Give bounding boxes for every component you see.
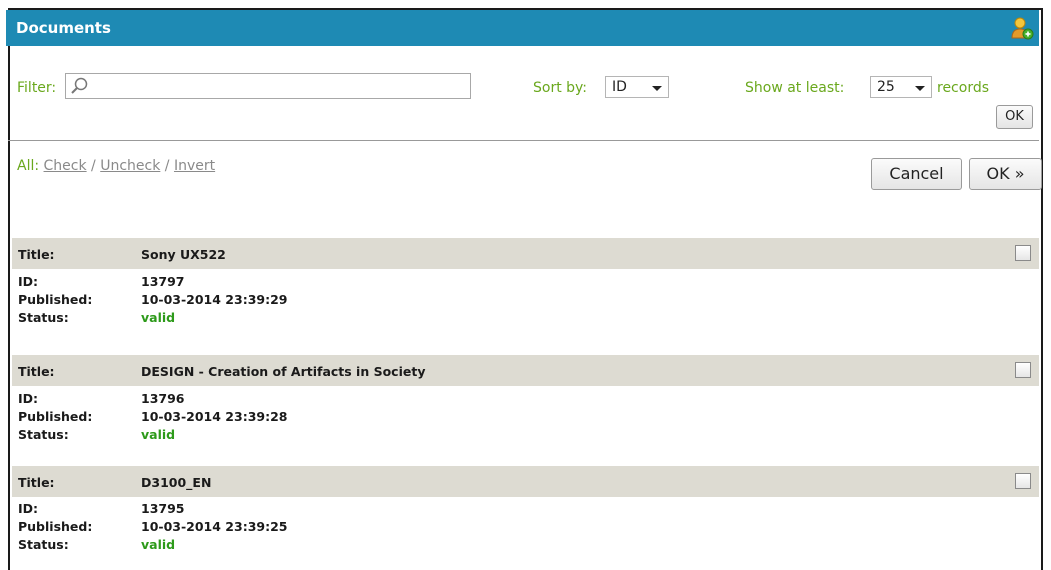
document-published: 10-03-2014 23:39:29 — [141, 292, 288, 307]
filter-field[interactable] — [65, 73, 471, 99]
document-status-row: Status: valid — [12, 425, 912, 443]
document-select-checkbox[interactable] — [1015, 473, 1031, 489]
document-title: D3100_EN — [141, 475, 212, 490]
check-all-link[interactable]: Check — [44, 158, 87, 174]
document-published: 10-03-2014 23:39:28 — [141, 409, 288, 424]
panel-title: Documents — [16, 19, 111, 37]
id-field-label: ID: — [18, 501, 39, 516]
title-field-label: Title: — [18, 364, 55, 379]
document-published-row: Published: 10-03-2014 23:39:29 — [12, 290, 912, 308]
search-icon — [71, 77, 88, 94]
document-status: valid — [141, 537, 176, 552]
sort-select[interactable]: ID — [605, 76, 669, 98]
document-select-checkbox[interactable] — [1015, 245, 1031, 261]
all-label: All: — [17, 158, 40, 174]
sort-selected-value: ID — [612, 79, 627, 95]
document-select-checkbox[interactable] — [1015, 362, 1031, 378]
document-published: 10-03-2014 23:39:25 — [141, 519, 288, 534]
document-title-row: Title: Sony UX522 — [12, 238, 1039, 269]
document-status: valid — [141, 310, 176, 325]
separator: / — [160, 158, 174, 174]
invert-selection-link[interactable]: Invert — [174, 158, 215, 174]
published-field-label: Published: — [18, 409, 93, 424]
id-field-label: ID: — [18, 391, 39, 406]
ok-submit-button[interactable]: OK » — [969, 158, 1042, 190]
cancel-button[interactable]: Cancel — [871, 158, 962, 190]
title-field-label: Title: — [18, 247, 55, 262]
document-title: DESIGN - Creation of Artifacts in Societ… — [141, 364, 426, 379]
published-field-label: Published: — [18, 292, 93, 307]
apply-filter-ok-button[interactable]: OK — [996, 105, 1033, 129]
records-label: records — [937, 80, 990, 96]
document-id: 13795 — [141, 501, 185, 516]
id-field-label: ID: — [18, 274, 39, 289]
document-id-row: ID: 13797 — [12, 272, 912, 290]
separator: / — [86, 158, 101, 174]
user-add-icon[interactable] — [1010, 16, 1034, 40]
title-bar: Documents — [6, 10, 1039, 46]
document-status: valid — [141, 427, 176, 442]
document-status-row: Status: valid — [12, 535, 912, 553]
document-status-row: Status: valid — [12, 308, 912, 326]
document-published-row: Published: 10-03-2014 23:39:28 — [12, 407, 912, 425]
chevron-down-icon — [652, 86, 662, 91]
status-field-label: Status: — [18, 537, 69, 552]
sort-label: Sort by: — [533, 80, 588, 96]
title-field-label: Title: — [18, 475, 55, 490]
bulk-selection-links: All: Check / Uncheck / Invert — [17, 158, 215, 174]
document-id: 13796 — [141, 391, 185, 406]
status-field-label: Status: — [18, 310, 69, 325]
published-field-label: Published: — [18, 519, 93, 534]
uncheck-all-link[interactable]: Uncheck — [100, 158, 160, 174]
filter-input[interactable] — [90, 76, 460, 96]
document-id-row: ID: 13796 — [12, 389, 912, 407]
divider — [8, 140, 1039, 141]
document-id: 13797 — [141, 274, 185, 289]
status-field-label: Status: — [18, 427, 69, 442]
document-published-row: Published: 10-03-2014 23:39:25 — [12, 517, 912, 535]
records-count-value: 25 — [877, 79, 895, 95]
document-title: Sony UX522 — [141, 247, 226, 262]
records-count-select[interactable]: 25 — [870, 76, 932, 98]
document-id-row: ID: 13795 — [12, 499, 912, 517]
show-at-least-label: Show at least: — [745, 80, 845, 96]
document-title-row: Title: DESIGN - Creation of Artifacts in… — [12, 355, 1039, 386]
filter-label: Filter: — [17, 80, 57, 96]
document-title-row: Title: D3100_EN — [12, 466, 1039, 497]
chevron-down-icon — [915, 86, 925, 91]
